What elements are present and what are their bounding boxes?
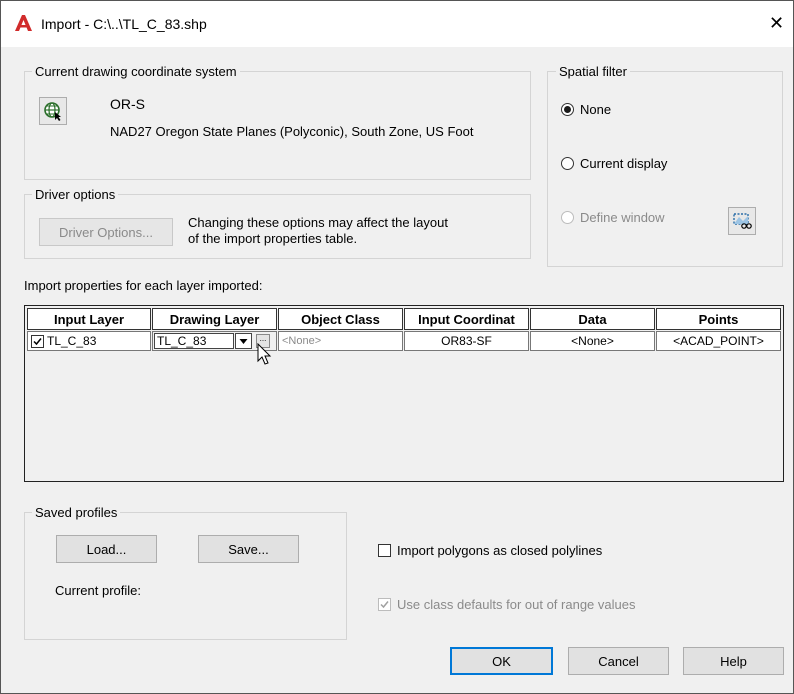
class-defaults-checkbox[interactable] xyxy=(378,598,391,611)
checkmark-icon xyxy=(33,337,42,345)
closed-polylines-checkbox[interactable] xyxy=(378,544,391,557)
spatial-filter-group-label: Spatial filter xyxy=(556,64,630,80)
coordinate-system-button[interactable] xyxy=(39,97,67,125)
define-window-button[interactable] xyxy=(728,207,756,235)
spatial-filter-none-radio[interactable] xyxy=(561,103,574,116)
ok-button[interactable]: OK xyxy=(450,647,553,675)
table-row-input-layer-cell[interactable]: TL_C_83 xyxy=(27,331,151,351)
current-profile-label: Current profile: xyxy=(55,583,141,598)
import-properties-label: Import properties for each layer importe… xyxy=(24,278,263,293)
save-profile-button[interactable]: Save... xyxy=(198,535,299,563)
driver-options-button[interactable]: Driver Options... xyxy=(39,218,173,246)
spatial-filter-none-label[interactable]: None xyxy=(580,102,611,118)
mouse-pointer-icon xyxy=(257,343,272,365)
column-header-drawing-layer[interactable]: Drawing Layer xyxy=(152,308,277,330)
help-button[interactable]: Help xyxy=(683,647,784,675)
table-row-input-coordinate-cell[interactable]: OR83-SF xyxy=(404,331,529,351)
drawing-layer-combo[interactable]: TL_C_83 xyxy=(154,333,234,349)
drawing-layer-dropdown-button[interactable] xyxy=(235,333,252,349)
spatial-filter-current-display-radio[interactable] xyxy=(561,157,574,170)
table-row-data-cell[interactable]: <None> xyxy=(530,331,655,351)
driver-options-group-label: Driver options xyxy=(32,187,119,203)
globe-icon xyxy=(44,102,61,121)
column-header-points[interactable]: Points xyxy=(656,308,781,330)
load-profile-button[interactable]: Load... xyxy=(56,535,157,563)
import-properties-table[interactable]: Input Layer Drawing Layer Object Class I… xyxy=(24,305,784,482)
autocad-app-icon xyxy=(15,15,32,31)
close-icon[interactable]: ✕ xyxy=(769,13,784,33)
import-dialog: Import - C:\..\TL_C_83.shp ✕ Current dra… xyxy=(0,0,794,694)
coord-system-code: OR-S xyxy=(110,96,145,112)
table-row-points-cell[interactable]: <ACAD_POINT> xyxy=(656,331,781,351)
column-header-input-layer[interactable]: Input Layer xyxy=(27,308,151,330)
drawing-layer-value: TL_C_83 xyxy=(157,334,207,348)
title-bar[interactable]: Import - C:\..\TL_C_83.shp ✕ xyxy=(1,1,793,47)
driver-options-note-line2: of the import properties table. xyxy=(188,231,358,246)
spatial-filter-current-display-label[interactable]: Current display xyxy=(580,156,667,172)
coord-system-description: NAD27 Oregon State Planes (Polyconic), S… xyxy=(110,124,474,139)
chevron-down-icon xyxy=(239,339,248,344)
saved-profiles-group xyxy=(24,512,347,640)
layer-import-checkbox[interactable] xyxy=(31,334,44,348)
class-defaults-label[interactable]: Use class defaults for out of range valu… xyxy=(397,597,635,613)
column-header-data[interactable]: Data xyxy=(530,308,655,330)
cancel-button[interactable]: Cancel xyxy=(568,647,669,675)
window-select-icon xyxy=(733,213,752,229)
saved-profiles-group-label: Saved profiles xyxy=(32,505,121,521)
spatial-filter-define-window-radio[interactable] xyxy=(561,211,574,224)
coord-system-group-label: Current drawing coordinate system xyxy=(32,64,240,80)
column-header-input-coordinate[interactable]: Input Coordinat xyxy=(404,308,529,330)
closed-polylines-label[interactable]: Import polygons as closed polylines xyxy=(397,543,602,559)
column-header-object-class[interactable]: Object Class xyxy=(278,308,403,330)
checkmark-icon xyxy=(380,601,389,609)
table-row-object-class-cell[interactable]: <None> xyxy=(278,331,403,351)
window-title: Import - C:\..\TL_C_83.shp xyxy=(41,16,207,32)
input-layer-value: TL_C_83 xyxy=(47,334,97,348)
driver-options-note-line1: Changing these options may affect the la… xyxy=(188,215,448,230)
spatial-filter-define-window-label[interactable]: Define window xyxy=(580,210,665,226)
